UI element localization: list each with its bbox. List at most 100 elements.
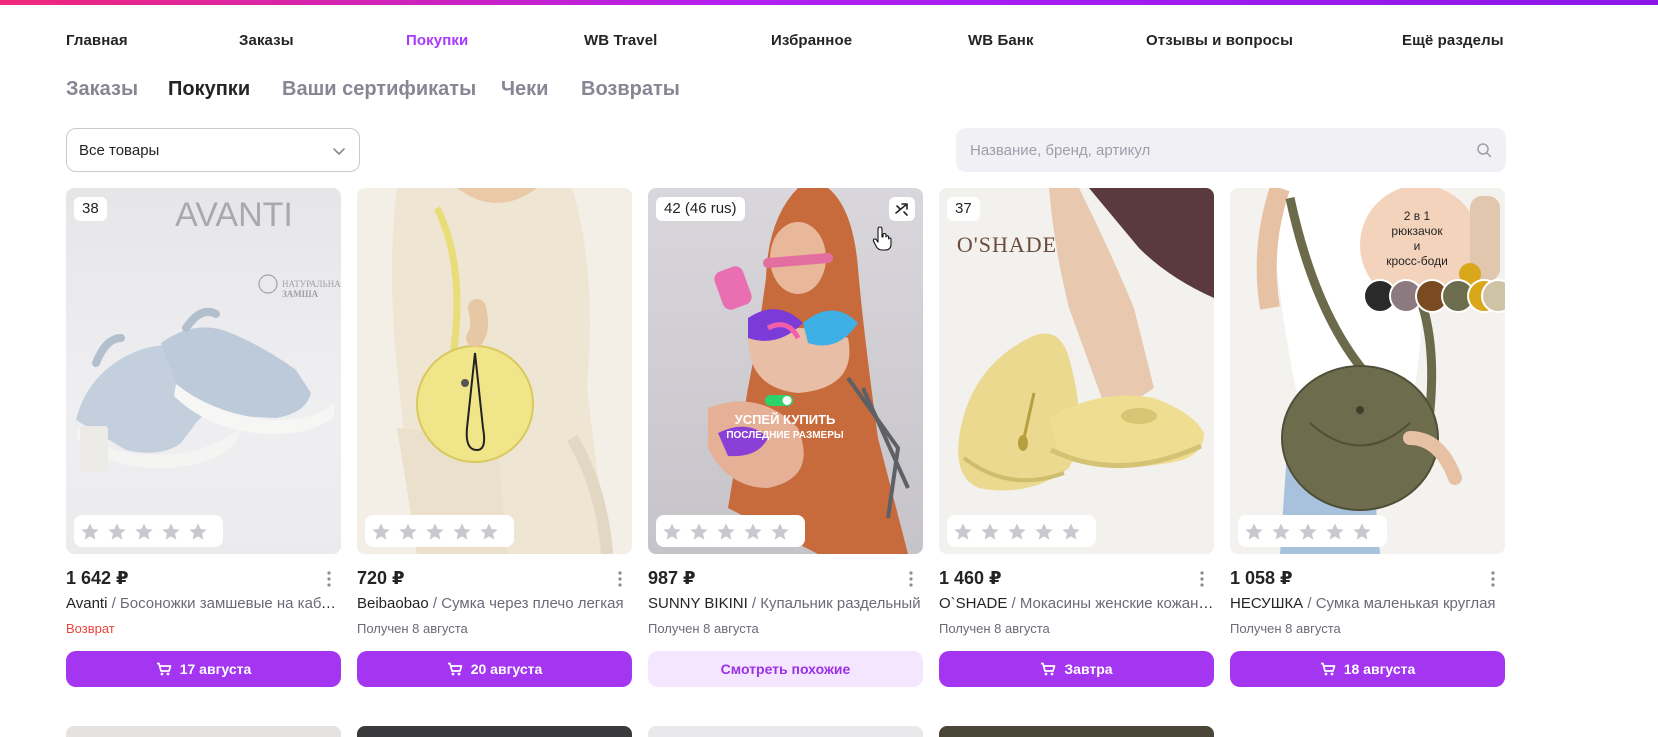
product-title[interactable]: Beibaobao / Сумка через плечо легкая bbox=[357, 595, 632, 612]
nav-item-wb-bank[interactable]: WB Банк bbox=[968, 32, 1034, 49]
price-row: 1 642 ₽ bbox=[66, 568, 341, 590]
tab-orders[interactable]: Заказы bbox=[66, 78, 138, 101]
delivery-date: Завтра bbox=[1064, 661, 1113, 677]
rating-stars[interactable] bbox=[365, 515, 514, 547]
more-options-icon[interactable] bbox=[903, 570, 919, 588]
more-options-icon[interactable] bbox=[612, 570, 628, 588]
search-icon[interactable] bbox=[1476, 142, 1492, 158]
star-icon[interactable] bbox=[716, 522, 736, 542]
product-price: 1 058 ₽ bbox=[1230, 568, 1293, 588]
star-icon[interactable] bbox=[1244, 522, 1264, 542]
promo-line-4: кросс-боди bbox=[1386, 254, 1448, 268]
product-photo-round-bag: 2 в 1 рюкзачок и кросс-боди bbox=[1256, 188, 1505, 554]
promo-line-1: 2 в 1 bbox=[1404, 209, 1431, 223]
product-brand: SUNNY BIKINI bbox=[648, 595, 748, 612]
nav-item-more-sections[interactable]: Ещё разделы bbox=[1402, 32, 1504, 49]
star-icon[interactable] bbox=[1298, 522, 1318, 542]
star-icon[interactable] bbox=[80, 522, 100, 542]
rating-stars[interactable] bbox=[656, 515, 805, 547]
add-to-cart-button[interactable]: Завтра bbox=[939, 651, 1214, 687]
rating-stars[interactable] bbox=[947, 515, 1096, 547]
star-icon[interactable] bbox=[1271, 522, 1291, 542]
nav-item-orders[interactable]: Заказы bbox=[239, 32, 294, 49]
add-to-cart-button[interactable]: 17 августа bbox=[66, 651, 341, 687]
star-icon[interactable] bbox=[1007, 522, 1027, 542]
tab-returns[interactable]: Возвраты bbox=[581, 78, 680, 101]
main-nav: Главная Заказы Покупки WB Travel Избранн… bbox=[66, 32, 1506, 52]
more-options-icon[interactable] bbox=[1194, 570, 1210, 588]
star-icon[interactable] bbox=[1325, 522, 1345, 542]
more-options-icon[interactable] bbox=[1485, 570, 1501, 588]
cart-icon bbox=[447, 662, 463, 676]
nav-item-reviews[interactable]: Отзывы и вопросы bbox=[1146, 32, 1293, 49]
product-title[interactable]: Avanti / Босоножки замшевые на каблуке bbox=[66, 595, 341, 612]
star-icon[interactable] bbox=[452, 522, 472, 542]
product-brand: Avanti bbox=[66, 595, 108, 612]
nav-item-wb-travel[interactable]: WB Travel bbox=[584, 32, 657, 49]
tab-receipts[interactable]: Чеки bbox=[501, 78, 548, 101]
product-image[interactable]: O'SHADE 37 bbox=[939, 188, 1214, 554]
purchases-search bbox=[956, 128, 1506, 172]
star-icon[interactable] bbox=[1034, 522, 1054, 542]
star-icon[interactable] bbox=[770, 522, 790, 542]
star-icon[interactable] bbox=[134, 522, 154, 542]
promo-text-1: УСПЕЙ КУПИТЬ bbox=[735, 412, 836, 427]
star-icon[interactable] bbox=[371, 522, 391, 542]
price-row: 987 ₽ bbox=[648, 568, 923, 590]
product-image[interactable]: AVANTI НАТУРАЛЬНАЯ ЗАМША 38 bbox=[66, 188, 341, 554]
price-row: 1 058 ₽ bbox=[1230, 568, 1505, 590]
product-card-next-row[interactable] bbox=[357, 726, 632, 737]
tab-certificates[interactable]: Ваши сертификаты bbox=[282, 78, 476, 101]
product-card-next-row[interactable] bbox=[66, 726, 341, 737]
add-to-cart-button[interactable]: 20 августа bbox=[357, 651, 632, 687]
promo-text-2: ПОСЛЕДНИЕ РАЗМЕРЫ bbox=[726, 430, 844, 441]
more-options-icon[interactable] bbox=[321, 570, 337, 588]
rating-stars[interactable] bbox=[1238, 515, 1387, 547]
product-brand: Beibaobao bbox=[357, 595, 429, 612]
product-brand: НЕСУШКА bbox=[1230, 595, 1304, 612]
star-icon[interactable] bbox=[662, 522, 682, 542]
cart-icon bbox=[1041, 662, 1056, 676]
star-icon[interactable] bbox=[479, 522, 499, 542]
product-filter-value: Все товары bbox=[79, 142, 160, 159]
product-card-next-row[interactable] bbox=[648, 726, 923, 737]
star-icon[interactable] bbox=[980, 522, 1000, 542]
star-icon[interactable] bbox=[743, 522, 763, 542]
product-name: / Босоножки замшевые на каблуке bbox=[107, 595, 341, 612]
star-icon[interactable] bbox=[398, 522, 418, 542]
nav-item-purchases[interactable]: Покупки bbox=[406, 32, 468, 49]
star-icon[interactable] bbox=[1352, 522, 1372, 542]
product-title[interactable]: O`SHADE / Мокасины женские кожаные bbox=[939, 595, 1214, 612]
nav-item-home[interactable]: Главная bbox=[66, 32, 128, 49]
product-card-next-row[interactable] bbox=[939, 726, 1214, 737]
add-to-cart-button[interactable]: 18 августа bbox=[1230, 651, 1505, 687]
product-image[interactable] bbox=[357, 188, 632, 554]
star-icon[interactable] bbox=[953, 522, 973, 542]
product-image[interactable]: 2 в 1 рюкзачок и кросс-боди bbox=[1230, 188, 1505, 554]
see-similar-label: Смотреть похожие bbox=[720, 661, 851, 677]
star-icon[interactable] bbox=[425, 522, 445, 542]
product-filter-select[interactable]: Все товары bbox=[66, 128, 360, 172]
delivery-date: 17 августа bbox=[179, 661, 252, 677]
tab-purchases[interactable]: Покупки bbox=[168, 78, 250, 101]
star-icon[interactable] bbox=[107, 522, 127, 542]
swap-badge[interactable] bbox=[889, 197, 915, 221]
star-icon[interactable] bbox=[689, 522, 709, 542]
promo-line-3: и bbox=[1414, 239, 1421, 253]
product-price: 1 460 ₽ bbox=[939, 568, 1002, 588]
star-icon[interactable] bbox=[188, 522, 208, 542]
product-title[interactable]: НЕСУШКА / Сумка маленькая круглая bbox=[1230, 595, 1505, 612]
cart-icon bbox=[156, 662, 172, 676]
product-status: Получен 8 августа bbox=[939, 621, 1050, 636]
cart-icon bbox=[1320, 662, 1336, 676]
delivery-date: 20 августа bbox=[470, 661, 543, 677]
star-icon[interactable] bbox=[1061, 522, 1081, 542]
product-title[interactable]: SUNNY BIKINI / Купальник раздельный bbox=[648, 595, 923, 612]
see-similar-button[interactable]: Смотреть похожие bbox=[648, 651, 923, 687]
nav-item-favorites[interactable]: Избранное bbox=[771, 32, 852, 49]
price-row: 1 460 ₽ bbox=[939, 568, 1214, 590]
star-icon[interactable] bbox=[161, 522, 181, 542]
size-badge: 42 (46 rus) bbox=[656, 197, 745, 221]
rating-stars[interactable] bbox=[74, 515, 223, 547]
search-input[interactable] bbox=[970, 128, 1450, 172]
